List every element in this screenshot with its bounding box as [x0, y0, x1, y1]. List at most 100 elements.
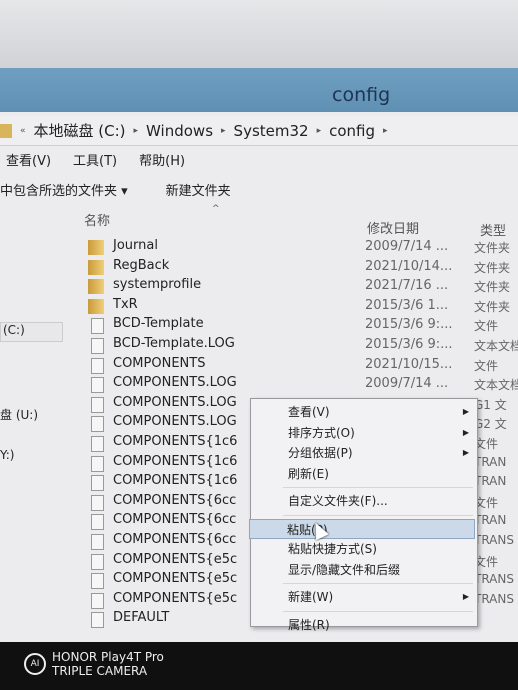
- breadcrumb-config[interactable]: config: [329, 122, 375, 140]
- ai-logo-icon: AI: [24, 653, 46, 675]
- title-bar: config: [0, 68, 518, 116]
- overflow-chevron-icon[interactable]: «: [20, 126, 26, 136]
- file-type: 文本文档: [474, 339, 518, 353]
- file-row[interactable]: systemprofile 2021/7/16 ... 文件夹: [88, 277, 518, 296]
- file-icon: [91, 612, 104, 629]
- chevron-right-icon[interactable]: ▸: [383, 126, 388, 136]
- file-type: G2 文: [474, 417, 507, 432]
- menu-item-label: 分组依据(P): [288, 446, 353, 460]
- address-bar[interactable]: « 本地磁盘 (C:) ▸ Windows ▸ System32 ▸ config ▸: [0, 116, 518, 146]
- file-icon: [91, 494, 104, 511]
- nav-item-y-drive[interactable]: Y:): [0, 448, 14, 462]
- file-date: 2021/7/16 ...: [365, 278, 449, 294]
- nav-item-c-drive[interactable]: (C:): [0, 322, 63, 342]
- submenu-arrow-icon: ▶: [462, 592, 469, 601]
- chevron-right-icon[interactable]: ▸: [317, 126, 322, 136]
- file-name: COMPONENTS{e5c: [113, 571, 238, 587]
- file-name: RegBack: [113, 257, 170, 273]
- watermark-line1: HONOR Play4T Pro: [52, 650, 164, 664]
- column-header-name[interactable]: 名称: [84, 210, 110, 229]
- file-type: TRAN: [474, 513, 507, 528]
- folder-icon: [88, 259, 104, 275]
- menu-separator: [283, 514, 473, 516]
- breadcrumb-windows[interactable]: Windows: [146, 122, 213, 140]
- context-menu-item[interactable]: 刷新(E): [251, 464, 477, 484]
- file-icon: [91, 534, 104, 550]
- file-row[interactable]: TxR 2015/3/6 1... 文件夹: [88, 297, 518, 316]
- file-date: 2021/10/15...: [365, 356, 453, 372]
- chevron-right-icon[interactable]: ▸: [221, 126, 226, 136]
- file-name: COMPONENTS{e5c: [113, 590, 238, 606]
- submenu-arrow-icon: ▶: [462, 448, 469, 457]
- file-name: COMPONENTS{6cc: [113, 532, 237, 547]
- file-type: 文件: [474, 319, 499, 334]
- folder-icon: [88, 298, 104, 314]
- file-name: COMPONENTS{1c6: [113, 434, 238, 449]
- file-icon: [91, 475, 104, 492]
- file-icon: [91, 553, 104, 570]
- file-row[interactable]: BCD-Template.LOG 2015/3/6 9:... 文本文档: [88, 336, 518, 355]
- folder-icon: [0, 123, 12, 138]
- breadcrumb-drive[interactable]: 本地磁盘 (C:): [34, 120, 126, 141]
- context-menu-item[interactable]: 自定义文件夹(F)...: [251, 491, 477, 511]
- submenu-arrow-icon: ▶: [462, 407, 469, 416]
- new-folder-button[interactable]: 新建文件夹: [166, 180, 231, 199]
- navigation-pane: (C:) 盘 (U:) Y:): [0, 230, 80, 640]
- file-date: 2009/7/14 ...: [365, 376, 449, 392]
- menu-bar: 查看(V) 工具(T) 帮助(H): [6, 150, 185, 169]
- file-icon: [91, 514, 104, 531]
- context-menu-item[interactable]: 新建(W) ▶: [251, 587, 477, 607]
- file-type: TRAN: [474, 454, 507, 469]
- context-menu-item[interactable]: 属性(R): [251, 615, 477, 635]
- context-menu-item[interactable]: 显示/隐藏文件和后缀: [251, 560, 477, 580]
- screen-bezel: [0, 0, 518, 72]
- file-name: COMPONENTS.LOG: [113, 394, 237, 410]
- file-name: COMPONENTS{1c6: [113, 473, 238, 489]
- file-row[interactable]: BCD-Template 2015/3/6 9:... 文件: [88, 316, 518, 335]
- file-icon: [91, 416, 104, 433]
- file-icon: [91, 436, 104, 452]
- menu-item-label: 粘贴快捷方式(S): [288, 542, 377, 556]
- folder-icon: [88, 240, 104, 255]
- file-row[interactable]: COMPONENTS.LOG 2009/7/14 ... 文本文档: [88, 375, 518, 394]
- column-header-date[interactable]: 修改日期: [367, 218, 419, 237]
- chevron-right-icon[interactable]: ▸: [134, 126, 139, 136]
- column-header-type[interactable]: 类型: [480, 220, 506, 239]
- file-name: BCD-Template: [113, 316, 204, 332]
- file-name: DEFAULT: [113, 610, 170, 626]
- context-menu-item[interactable]: 粘贴(P): [249, 518, 475, 539]
- file-date: 2015/3/6 1...: [365, 297, 449, 313]
- menu-tools[interactable]: 工具(T): [73, 150, 117, 169]
- nav-item-u-drive[interactable]: 盘 (U:): [0, 406, 38, 423]
- menu-separator: [283, 583, 473, 584]
- menu-item-label: 显示/隐藏文件和后缀: [288, 562, 401, 577]
- file-icon: [91, 357, 104, 374]
- context-menu-item[interactable]: 查看(V) ▶: [251, 402, 477, 422]
- file-row[interactable]: COMPONENTS 2021/10/15... 文件: [88, 356, 518, 375]
- folder-icon: [88, 279, 104, 295]
- breadcrumb-system32[interactable]: System32: [234, 122, 309, 140]
- context-menu-item[interactable]: 分组依据(P) ▶: [251, 443, 477, 463]
- file-date: 2021/10/14...: [365, 258, 453, 274]
- file-row[interactable]: RegBack 2021/10/14... 文件夹: [88, 258, 518, 277]
- menu-item-label: 查看(V): [288, 405, 330, 419]
- include-in-library-button[interactable]: 中包含所选的文件夹 ▾: [0, 180, 128, 199]
- file-name: TxR: [113, 296, 138, 312]
- context-menu-item[interactable]: 粘贴快捷方式(S): [251, 539, 477, 559]
- context-menu-item[interactable]: 排序方式(O) ▶: [251, 423, 477, 443]
- file-type: TRANS: [474, 533, 514, 547]
- file-type: TRANS: [474, 572, 514, 587]
- submenu-arrow-icon: ▶: [462, 427, 469, 437]
- file-type: TRANS: [474, 591, 514, 606]
- file-name: systemprofile: [113, 277, 202, 293]
- menu-help[interactable]: 帮助(H): [139, 150, 185, 169]
- file-row[interactable]: Journal 2009/7/14 ... 文件夹: [88, 238, 518, 257]
- file-icon: [91, 396, 104, 413]
- file-name: COMPONENTS: [113, 355, 206, 371]
- file-name: COMPONENTS{e5c: [113, 551, 238, 567]
- file-icon: [91, 455, 104, 472]
- context-menu: 查看(V) ▶ 排序方式(O) ▶ 分组依据(P) ▶ 刷新(E) 自定义文件夹(F)... 粘…: [249, 398, 478, 632]
- menu-view[interactable]: 查看(V): [6, 150, 51, 169]
- file-icon: [91, 318, 104, 335]
- file-icon: [91, 573, 104, 590]
